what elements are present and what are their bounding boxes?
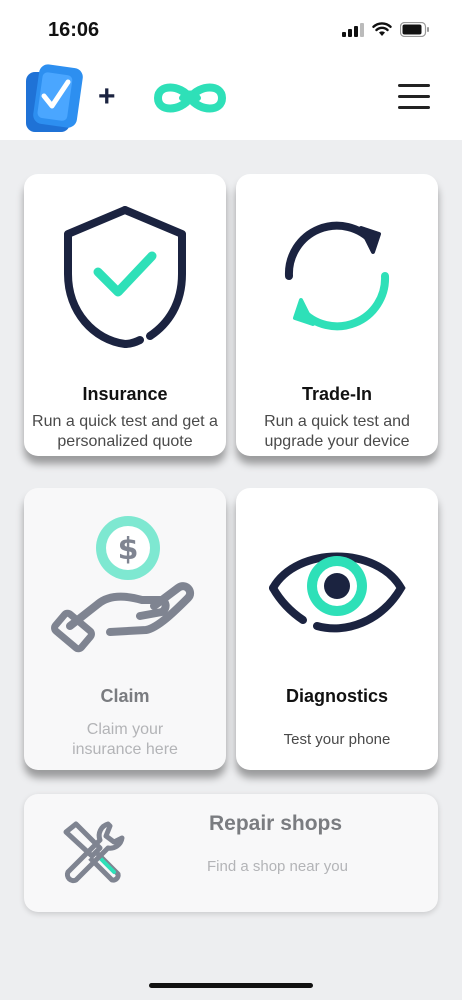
diagnostics-title: Diagnostics <box>285 686 389 706</box>
repair-shops-title: Repair shops <box>209 812 343 835</box>
eye-icon <box>236 536 438 640</box>
hand-coin-icon: $ <box>24 512 226 672</box>
insurance-title: Insurance <box>82 384 168 404</box>
tools-icon <box>56 818 128 895</box>
trade-in-card[interactable]: Trade-In Run a quick test and upgrade yo… <box>236 174 438 456</box>
insurance-card[interactable]: Insurance Run a quick test and get a per… <box>24 174 226 456</box>
infinity-logo <box>148 78 232 123</box>
svg-text:$: $ <box>118 532 139 567</box>
status-icons <box>342 22 430 37</box>
trade-in-title: Trade-In <box>301 384 372 404</box>
cellular-signal-icon <box>342 22 364 37</box>
diagnostics-card[interactable]: Diagnostics Test your phone <box>236 488 438 770</box>
repair-shops-card[interactable]: Repair shops Find a shop near you <box>24 794 438 912</box>
hamburger-menu-icon[interactable] <box>398 82 432 110</box>
status-time: 16:06 <box>48 19 100 41</box>
claim-card[interactable]: $ Claim Claim your insurance here <box>24 488 226 770</box>
insurance-description: Run a quick test and get a personalized … <box>32 413 218 450</box>
sync-arrows-icon <box>236 218 438 334</box>
trade-in-description: Run a quick test and upgrade your device <box>264 413 410 450</box>
shield-check-icon <box>24 204 226 349</box>
wifi-icon <box>372 22 392 36</box>
app-header: + <box>0 60 462 140</box>
repair-shops-description: Find a shop near you <box>207 858 348 875</box>
diagnostics-description: Test your phone <box>283 731 391 748</box>
claim-description: Claim your insurance here <box>72 721 178 758</box>
claim-title: Claim <box>100 686 150 706</box>
phone-check-logo <box>22 64 84 139</box>
plus-sign: + <box>98 80 116 113</box>
battery-icon <box>400 22 429 37</box>
home-indicator[interactable] <box>149 983 313 988</box>
status-bar: 16:06 <box>0 0 462 60</box>
